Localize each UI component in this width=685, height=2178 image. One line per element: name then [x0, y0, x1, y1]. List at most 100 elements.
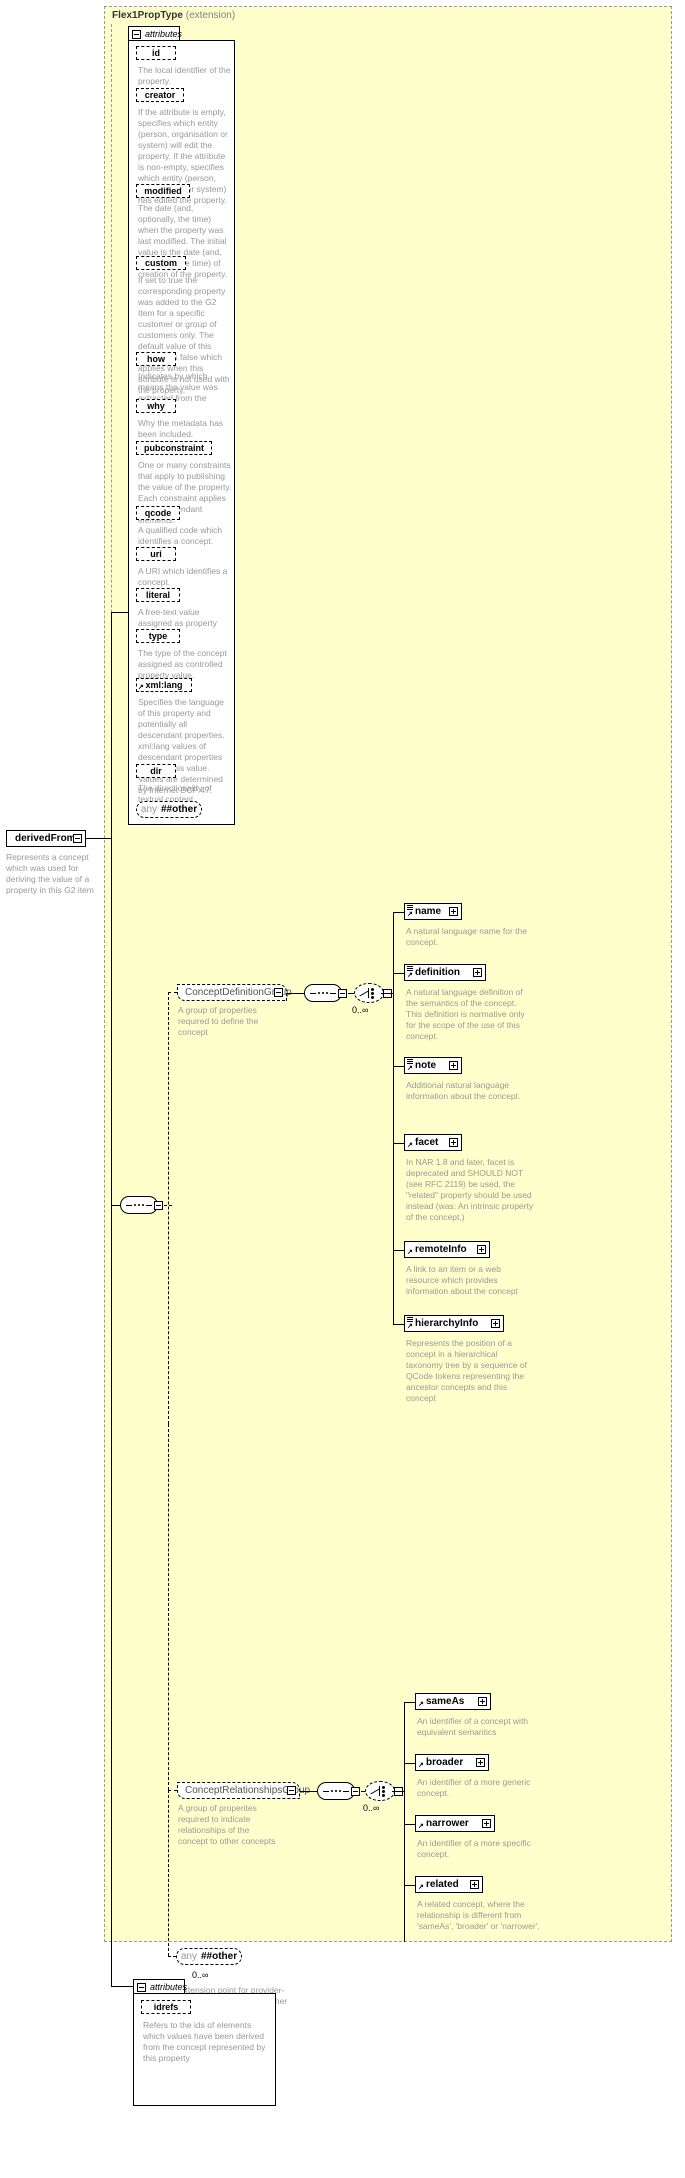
element-node-derivedFrom[interactable]: derivedFrom — [6, 830, 88, 851]
attribute-node-id[interactable]: id — [136, 46, 178, 64]
expand-plus-icon[interactable] — [482, 1819, 491, 1828]
connector-sequence-to-rail — [164, 1205, 172, 1206]
connector-rail-to-narrower — [404, 1824, 415, 1825]
expand-plus-icon[interactable] — [473, 968, 482, 977]
attribute-desc-type: The type of the concept assigned as cont… — [138, 648, 227, 680]
any-other-node-attributes[interactable]: any ##other — [136, 801, 205, 822]
element-node-facet[interactable]: ↗ facet — [404, 1134, 464, 1155]
attribute-node-modified[interactable]: modified — [136, 184, 192, 202]
element-node-hierarchyInfo[interactable]: ↗ hierarchyInfo — [404, 1315, 506, 1336]
sequence-compositor-crg[interactable] — [317, 1782, 360, 1804]
attribute-node-uri[interactable]: uri — [136, 547, 178, 565]
connector-rail-to-concept-definition-group — [168, 992, 177, 993]
attribute-desc-uri: A URI which identifies a concept. — [138, 566, 228, 587]
attribute-desc-xml-lang: Specifies the language of this property … — [138, 697, 225, 795]
expand-plus-icon[interactable] — [478, 1697, 487, 1706]
expand-plus-icon[interactable] — [449, 907, 458, 916]
element-label: hierarchyInfo — [415, 1318, 479, 1329]
ref-arrow-icon: ↗ — [138, 684, 144, 691]
group-node-ConceptDefinitionGroup[interactable]: ConceptDefinitionGroup — [177, 984, 292, 1005]
collapse-minus-icon[interactable] — [338, 989, 347, 998]
connector-cdg-children-rail-3 — [393, 1250, 394, 1325]
attribute-node-dir[interactable]: dir — [136, 764, 178, 782]
connector-rail-to-broader — [404, 1763, 415, 1764]
ref-arrow-icon: ↗ — [407, 1142, 413, 1149]
expand-plus-icon[interactable] — [491, 1319, 500, 1328]
cardinality-cdg: 0..∞ — [352, 1005, 369, 1015]
expand-plus-icon[interactable] — [476, 1758, 485, 1767]
choice-compositor-crg[interactable] — [365, 1781, 403, 1803]
ref-arrow-icon: ↗ — [407, 1065, 413, 1072]
attribute-label: qcode — [144, 508, 172, 518]
attribute-node-literal[interactable]: literal — [136, 588, 182, 606]
connector-rail-to-name — [393, 912, 404, 913]
collapse-minus-icon[interactable] — [137, 1982, 146, 1992]
attribute-label: xml:lang — [145, 680, 183, 690]
attribute-node-why[interactable]: why — [136, 399, 178, 417]
element-node-broader[interactable]: ↗ broader — [415, 1754, 491, 1775]
collapse-minus-icon[interactable] — [351, 1787, 360, 1796]
element-node-name[interactable]: ↗ name — [404, 903, 464, 924]
group-desc-ConceptDefinitionGroup: A group of properties required to define… — [178, 1005, 259, 1037]
expand-plus-icon[interactable] — [470, 1880, 479, 1889]
attribute-node-custom[interactable]: custom — [136, 256, 188, 274]
element-node-sameAs[interactable]: ↗ sameAs — [415, 1693, 493, 1714]
connector-rail-to-related — [404, 1885, 415, 1886]
attribute-label: uri — [150, 549, 162, 559]
element-node-remoteInfo[interactable]: ↗ remoteInfo — [404, 1241, 492, 1262]
element-desc-narrower: An identifier of a more specific concept… — [417, 1838, 531, 1859]
collapse-minus-icon[interactable] — [73, 834, 82, 843]
choice-glyph-icon — [369, 1786, 387, 1797]
collapse-minus-icon[interactable] — [154, 1201, 163, 1210]
attribute-node-idrefs[interactable]: idrefs — [141, 2000, 193, 2018]
collapse-minus-icon[interactable] — [287, 1786, 296, 1795]
sequence-compositor-cdg[interactable] — [304, 984, 347, 1006]
attribute-node-how[interactable]: how — [136, 352, 178, 370]
element-desc-name: A natural language name for the concept. — [406, 926, 527, 947]
attribute-label: type — [148, 631, 168, 641]
connector-sequence-branch-rail — [168, 992, 169, 1424]
expand-plus-icon[interactable] — [449, 1061, 458, 1070]
element-desc-hierarchyInfo: Represents the position of a concept in … — [406, 1338, 527, 1403]
any-namespace-label: ##other — [161, 804, 198, 815]
attributes-tab-prop[interactable]: attributes — [128, 26, 182, 41]
expand-plus-icon[interactable] — [449, 1138, 458, 1147]
attribute-label: pubconstraint — [144, 443, 204, 453]
connector-cdg-children-rail — [393, 912, 394, 1144]
connector-rail-to-remoteInfo — [393, 1250, 404, 1251]
connector-cdg-to-sequence — [287, 993, 304, 994]
element-desc-note: Additional natural language information … — [406, 1080, 521, 1101]
attributes-tab-element[interactable]: attributes — [133, 1979, 187, 1994]
connector-crg-to-sequence — [300, 1791, 317, 1792]
attribute-label: id — [152, 48, 160, 58]
element-desc-definition: A natural language definition of the sem… — [406, 987, 525, 1041]
connector-rail-to-concept-relationships-group — [168, 1790, 177, 1791]
attribute-node-creator[interactable]: creator — [136, 88, 186, 106]
element-label: note — [415, 1060, 437, 1071]
attribute-desc-idrefs: Refers to the ids of elements which valu… — [143, 2020, 266, 2063]
sequence-compositor-root[interactable] — [120, 1196, 163, 1218]
element-node-related[interactable]: ↗ related — [415, 1876, 485, 1897]
attribute-label: custom — [144, 258, 177, 268]
attribute-label: how — [147, 354, 165, 364]
attribute-node-qcode[interactable]: qcode — [136, 506, 182, 524]
collapse-minus-icon[interactable] — [274, 988, 283, 997]
any-other-node-body[interactable]: any ##other — [176, 1948, 245, 1969]
element-node-narrower[interactable]: ↗ narrower — [415, 1815, 497, 1836]
element-node-note[interactable]: ↗ note — [404, 1057, 464, 1078]
attribute-node-type[interactable]: type — [136, 629, 182, 647]
choice-compositor-cdg[interactable] — [354, 983, 392, 1005]
expand-plus-icon[interactable] — [477, 1245, 486, 1254]
connector-derivedFrom-to-panel — [86, 838, 111, 839]
attribute-node-pubconstraint[interactable]: pubconstraint — [136, 441, 214, 459]
connector-rail-to-note — [393, 1066, 404, 1067]
ref-arrow-icon: ↗ — [418, 1823, 424, 1830]
attribute-node-xml-lang[interactable]: ↗ xml:lang — [136, 678, 194, 696]
sequence-dots-icon — [310, 992, 336, 994]
element-node-definition[interactable]: ↗ definition — [404, 964, 488, 985]
group-node-ConceptRelationshipsGroup[interactable]: ConceptRelationshipsGroup — [177, 1782, 310, 1803]
collapse-minus-icon[interactable] — [132, 29, 141, 39]
element-desc-derivedFrom: Represents a concept which was used for … — [6, 852, 94, 895]
connector-rail-to-definition — [393, 973, 404, 974]
attribute-desc-why: Why the metadata has been included. — [138, 418, 224, 439]
